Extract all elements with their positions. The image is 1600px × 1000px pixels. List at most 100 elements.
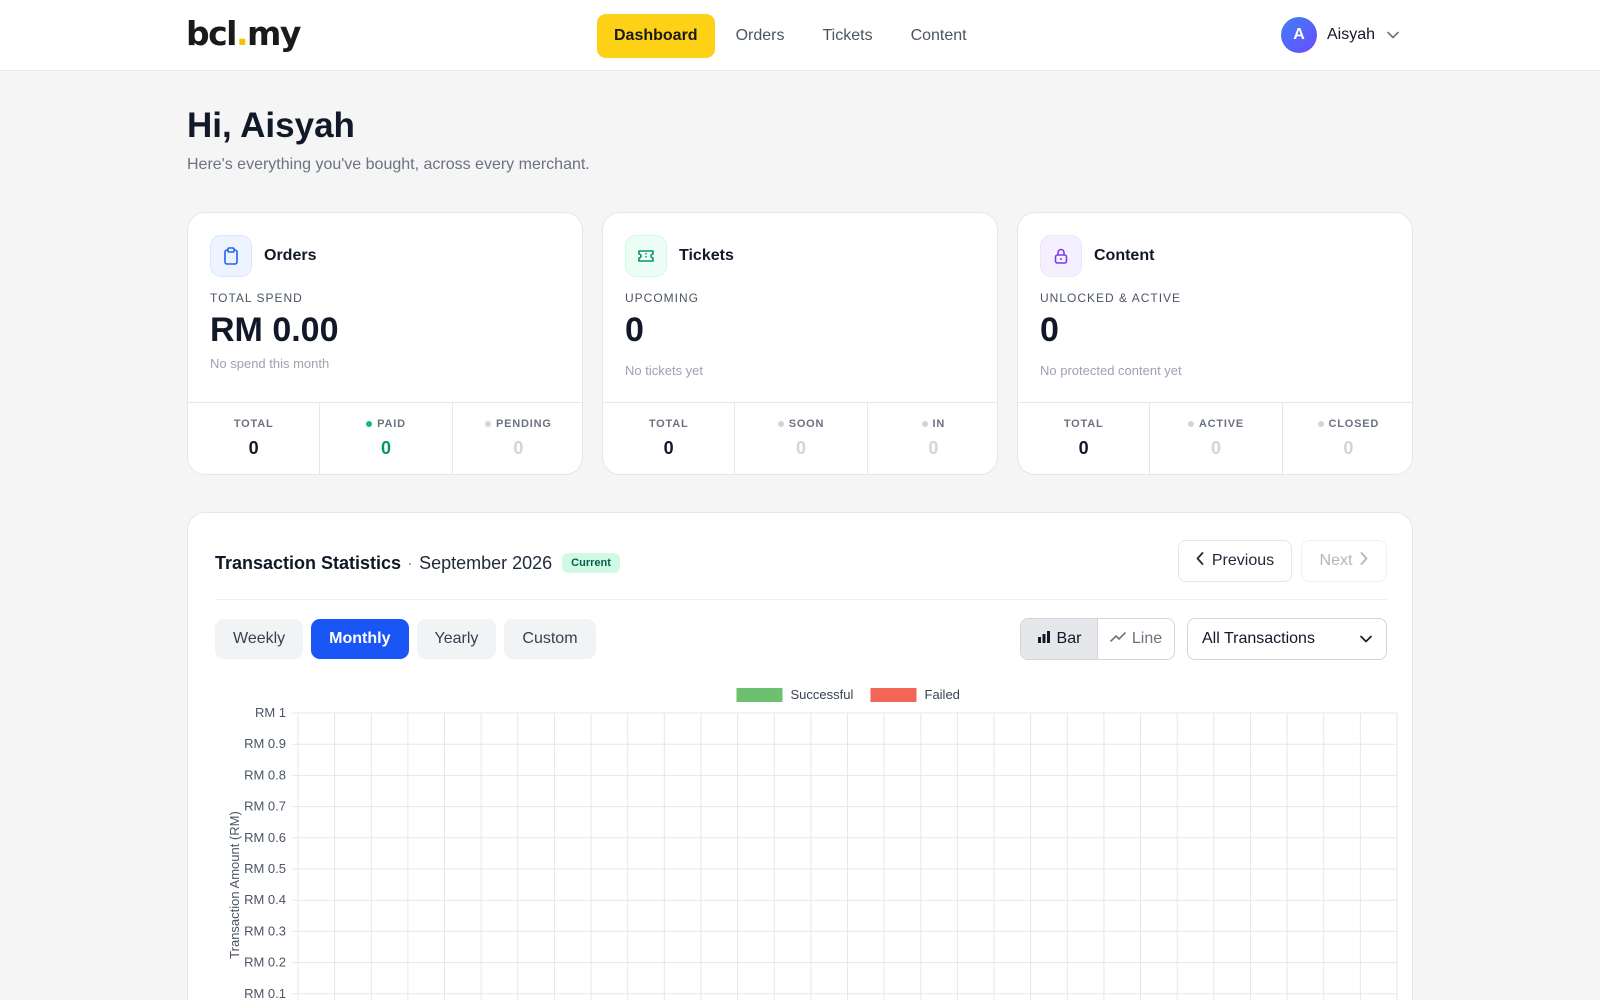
logo-dot: . — [236, 14, 249, 53]
stat-label-row: IN — [868, 418, 997, 430]
tickets-stat-in[interactable]: IN 0 — [868, 403, 997, 474]
stat-value: 0 — [380, 438, 391, 458]
current-badge: Current — [562, 553, 620, 573]
range-yearly[interactable]: Yearly — [416, 619, 497, 659]
stat-value: 0 — [795, 438, 806, 458]
avatar: A — [1281, 17, 1317, 53]
chevron-down-icon — [1387, 26, 1399, 44]
status-dot — [1317, 421, 1324, 427]
tickets-upcoming-count: 0 — [625, 311, 644, 349]
orders-kicker: TOTAL SPEND — [210, 291, 303, 305]
y-tick-label: RM 1 — [255, 705, 286, 720]
previous-label: Previous — [1211, 552, 1275, 569]
tickets-hint: No tickets yet — [625, 363, 704, 378]
stat-label: TOTAL — [1063, 418, 1104, 430]
tickets-card-header: Tickets — [625, 235, 734, 277]
nav-dashboard[interactable]: Dashboard — [597, 14, 715, 58]
y-tick-label: RM 0.7 — [244, 799, 286, 814]
range-weekly[interactable]: Weekly — [215, 619, 304, 659]
nav-content[interactable]: Content — [894, 14, 984, 58]
content-card: Content UNLOCKED & ACTIVE 0 No protected… — [1017, 212, 1413, 475]
stat-value: 0 — [248, 438, 259, 458]
brand-logo[interactable]: bcl.my — [186, 14, 301, 54]
y-tick-label: RM 0.9 — [244, 736, 286, 751]
nav-tickets[interactable]: Tickets — [805, 14, 889, 58]
user-name: Aisyah — [1327, 26, 1376, 43]
stat-label: IN — [932, 418, 946, 430]
content-stat-active[interactable]: ACTIVE 0 — [1150, 403, 1283, 474]
filter-value: All Transactions — [1202, 630, 1315, 647]
line-chart-icon — [1110, 630, 1132, 648]
chart-type-toggle: Bar Line — [1020, 618, 1175, 660]
content-stat-total[interactable]: TOTAL 0 — [1018, 403, 1151, 474]
stat-label-row: CLOSED — [1283, 418, 1412, 430]
y-tick-label: RM 0.6 — [244, 830, 286, 845]
orders-stat-pending[interactable]: PENDING 0 — [453, 403, 582, 474]
stat-label-row: PENDING — [453, 418, 582, 430]
user-menu[interactable]: A Aisyah — [1281, 17, 1399, 53]
main-nav: Dashboard Orders Tickets Content — [597, 14, 988, 58]
stat-label: ACTIVE — [1198, 418, 1245, 430]
orders-stat-total[interactable]: TOTAL 0 — [188, 403, 321, 474]
stat-value: 0 — [1078, 438, 1089, 458]
range-custom[interactable]: Custom — [504, 619, 596, 659]
orders-stats: TOTAL 0 PAID 0 PENDING 0 — [188, 402, 582, 474]
next-label: Next — [1319, 552, 1353, 569]
tickets-stat-total[interactable]: TOTAL 0 — [603, 403, 736, 474]
range-selector: Weekly Monthly Yearly Custom — [215, 619, 604, 659]
stat-label: TOTAL — [648, 418, 689, 430]
tickets-card-title: Tickets — [679, 247, 734, 264]
transaction-chart: RM 1 RM 0.9 RM 0.8 RM 0.7 RM 0.6 RM 0.5 RM 0.4… — [227, 687, 1398, 1000]
y-tick-label: RM 0.5 — [244, 861, 286, 876]
logo-text-part1: bcl — [186, 14, 238, 53]
transaction-filter-select[interactable]: All Transactions — [1187, 618, 1387, 660]
chevron-left-icon — [1196, 552, 1212, 570]
previous-button[interactable]: Previous — [1178, 540, 1292, 582]
status-dot — [1187, 421, 1194, 427]
nav-orders[interactable]: Orders — [719, 14, 802, 58]
chevron-right-icon — [1352, 552, 1368, 570]
next-button[interactable]: Next — [1301, 540, 1387, 582]
panel-title: Transaction Statistics — [215, 552, 402, 573]
legend-swatch — [870, 688, 917, 702]
page-subtitle: Here's everything you've bought, across … — [187, 156, 590, 173]
ticket-icon — [625, 235, 667, 277]
orders-hint: No spend this month — [210, 356, 330, 371]
status-dot — [366, 421, 373, 427]
page-title: Hi, Aisyah — [187, 106, 355, 145]
orders-stat-paid[interactable]: PAID 0 — [320, 403, 453, 474]
lock-icon — [1040, 235, 1082, 277]
content-hint: No protected content yet — [1040, 363, 1182, 378]
period-label: September 2026 — [419, 552, 553, 573]
panel-divider — [215, 599, 1387, 600]
stat-value: 0 — [1210, 438, 1221, 458]
stat-label-row: ACTIVE — [1150, 418, 1281, 430]
content-card-title: Content — [1094, 247, 1155, 264]
range-monthly[interactable]: Monthly — [311, 619, 409, 659]
status-dot — [777, 421, 784, 427]
chevron-down-icon — [1360, 630, 1372, 648]
legend-label: Successful — [791, 687, 854, 702]
stat-label-row: PAID — [320, 418, 451, 430]
stat-label: PAID — [377, 418, 406, 430]
y-tick-label: RM 0.4 — [244, 892, 286, 907]
y-tick-label: RM 0.1 — [244, 986, 286, 1000]
content-card-header: Content — [1040, 235, 1154, 277]
panel-title-row: Transaction Statistics · September 2026 … — [215, 551, 620, 575]
orders-card-header: Orders — [210, 235, 316, 277]
tickets-card: Tickets UPCOMING 0 No tickets yet TOTAL … — [602, 212, 998, 475]
top-navbar: bcl.my Dashboard Orders Tickets Content … — [0, 0, 1600, 71]
stat-value: 0 — [928, 438, 939, 458]
stat-label: TOTAL — [233, 418, 274, 430]
legend-swatch — [736, 688, 783, 702]
orders-card-title: Orders — [264, 247, 317, 264]
content-stat-closed[interactable]: CLOSED 0 — [1283, 403, 1412, 474]
stat-value: 0 — [513, 438, 524, 458]
chart-type-bar-label: Bar — [1056, 630, 1082, 647]
chart-type-line[interactable]: Line — [1098, 619, 1174, 659]
stat-value: 0 — [1343, 438, 1354, 458]
tickets-stat-soon[interactable]: SOON 0 — [735, 403, 868, 474]
logo-text-part2: my — [247, 14, 301, 53]
chart-type-bar[interactable]: Bar — [1021, 619, 1098, 659]
stat-label: CLOSED — [1328, 418, 1380, 430]
